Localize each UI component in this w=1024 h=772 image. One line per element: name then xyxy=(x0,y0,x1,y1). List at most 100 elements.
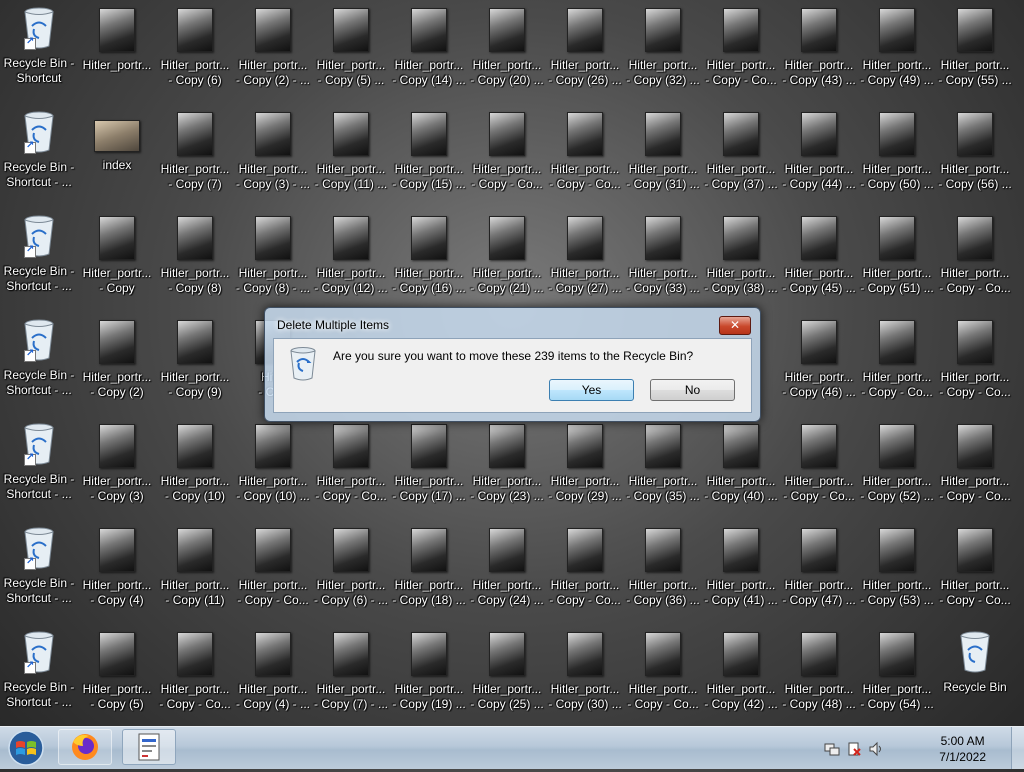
desktop-file-icon[interactable]: Hitler_portr... - Copy (37) ... xyxy=(702,104,780,208)
desktop-file-icon[interactable]: Hitler_portr... - Copy - Co... xyxy=(156,624,234,726)
desktop-file-icon[interactable]: Hitler_portr... - Copy (15) ... xyxy=(390,104,468,208)
recycle-bin-icon[interactable]: Recycle Bin xyxy=(936,624,1014,726)
desktop-file-icon[interactable]: Hitler_portr... - Copy (5) ... xyxy=(312,0,390,104)
dialog-close-button[interactable]: ✕ xyxy=(719,316,751,335)
desktop-file-icon[interactable]: Hitler_portr... - Copy (6) - ... xyxy=(312,520,390,624)
recycle-bin-shortcut-icon[interactable]: Recycle Bin -Shortcut - ... xyxy=(0,312,78,416)
desktop-file-icon[interactable]: Hitler_portr... - Copy (21) ... xyxy=(468,208,546,312)
desktop-file-icon[interactable]: Hitler_portr... - Copy - Co... xyxy=(468,104,546,208)
desktop-file-icon[interactable]: Hitler_portr... - Copy (25) ... xyxy=(468,624,546,726)
desktop-file-icon[interactable]: Hitler_portr... - Copy (17) ... xyxy=(390,416,468,520)
desktop-file-icon[interactable]: Hitler_portr... - Copy - Co... xyxy=(936,208,1014,312)
desktop-file-icon[interactable]: Hitler_portr... - Copy (11) ... xyxy=(312,104,390,208)
desktop-file-icon[interactable]: Hitler_portr... - Copy (56) ... xyxy=(936,104,1014,208)
desktop-file-icon[interactable]: Hitler_portr... - Copy (24) ... xyxy=(468,520,546,624)
desktop-file-icon[interactable]: Hitler_portr... - Copy (27) ... xyxy=(546,208,624,312)
desktop-file-icon[interactable]: Hitler_portr... - Copy - Co... xyxy=(936,312,1014,416)
desktop-file-icon[interactable]: Hitler_portr... - Copy (48) ... xyxy=(780,624,858,726)
recycle-bin-shortcut-icon[interactable]: Recycle Bin -Shortcut xyxy=(0,0,78,104)
desktop-file-icon[interactable]: Hitler_portr... - Copy (11) xyxy=(156,520,234,624)
show-desktop-button[interactable] xyxy=(1011,727,1024,769)
desktop-file-icon[interactable]: Hitler_portr... - Copy (46) ... xyxy=(780,312,858,416)
desktop-file-icon[interactable]: Hitler_portr... - Copy (10) xyxy=(156,416,234,520)
desktop-file-icon[interactable]: Hitler_portr... - Copy - Co... xyxy=(546,104,624,208)
desktop-file-icon[interactable]: Hitler_portr... - Copy (9) xyxy=(156,312,234,416)
desktop-file-icon[interactable]: Hitler_portr... - Copy (4) - ... xyxy=(234,624,312,726)
desktop-file-icon[interactable]: Hitler_portr... - Copy (2) - ... xyxy=(234,0,312,104)
desktop-file-icon[interactable]: Hitler_portr... - Copy (45) ... xyxy=(780,208,858,312)
desktop-file-icon[interactable]: Hitler_portr... - Copy (47) ... xyxy=(780,520,858,624)
desktop-file-icon[interactable]: Hitler_portr... - Copy (7) - ... xyxy=(312,624,390,726)
desktop-file-icon[interactable]: Hitler_portr... - Copy (40) ... xyxy=(702,416,780,520)
desktop-file-icon[interactable]: Hitler_portr... - Copy (55) ... xyxy=(936,0,1014,104)
desktop-file-icon[interactable]: Hitler_portr... - Copy (10) ... xyxy=(234,416,312,520)
desktop-file-icon[interactable]: Hitler_portr... - Copy (8) xyxy=(156,208,234,312)
dialog-titlebar[interactable]: Delete Multiple Items ✕ xyxy=(265,308,760,338)
desktop-file-icon[interactable]: Hitler_portr... - Copy (14) ... xyxy=(390,0,468,104)
desktop-file-icon[interactable]: Hitler_portr... - Copy (20) ... xyxy=(468,0,546,104)
desktop-file-icon[interactable]: Hitler_portr... - Copy (7) xyxy=(156,104,234,208)
desktop-file-icon[interactable]: Hitler_portr... - Copy - Co... xyxy=(624,624,702,726)
desktop-file-icon[interactable]: Hitler_portr... - Copy (19) ... xyxy=(390,624,468,726)
desktop-file-icon[interactable]: Hitler_portr... - Copy (12) ... xyxy=(312,208,390,312)
desktop-file-icon[interactable]: Hitler_portr... - Copy - Co... xyxy=(546,520,624,624)
desktop-icon-label: Hitler_portr... - Copy - Co... xyxy=(471,162,543,191)
desktop-file-icon[interactable]: Hitler_portr... - Copy (51) ... xyxy=(858,208,936,312)
desktop-file-icon[interactable]: Hitler_portr... - Copy (36) ... xyxy=(624,520,702,624)
recycle-bin-shortcut-icon[interactable]: Recycle Bin -Shortcut - ... xyxy=(0,104,78,208)
taskbar-firefox-button[interactable] xyxy=(58,729,112,765)
desktop-file-icon[interactable]: Hitler_portr... - Copy (43) ... xyxy=(780,0,858,104)
desktop-file-icon[interactable]: Hitler_portr... - Copy (42) ... xyxy=(702,624,780,726)
desktop-file-icon[interactable]: Hitler_portr... - Copy (35) ... xyxy=(624,416,702,520)
clock[interactable]: 5:00 AM 7/1/2022 xyxy=(939,733,986,765)
desktop-file-icon[interactable]: Hitler_portr... - Copy (50) ... xyxy=(858,104,936,208)
desktop-file-icon[interactable]: Hitler_portr... - Copy (54) ... xyxy=(858,624,936,726)
desktop-file-icon[interactable]: Hitler_portr... - Copy (3) - ... xyxy=(234,104,312,208)
desktop-file-icon[interactable]: Hitler_portr... - Copy - Co... xyxy=(702,0,780,104)
desktop-file-icon[interactable]: Hitler_portr... - Copy (26) ... xyxy=(546,0,624,104)
desktop-file-icon[interactable]: Hitler_portr... - Copy (31) ... xyxy=(624,104,702,208)
desktop-file-icon[interactable]: Hitler_portr... - Copy (5) xyxy=(78,624,156,726)
recycle-bin-shortcut-icon[interactable]: Recycle Bin -Shortcut - ... xyxy=(0,624,78,726)
desktop-file-icon[interactable]: Hitler_portr... - Copy - Co... xyxy=(936,520,1014,624)
desktop-file-icon[interactable]: Hitler_portr... - Copy (23) ... xyxy=(468,416,546,520)
recycle-bin-shortcut-icon[interactable]: Recycle Bin -Shortcut - ... xyxy=(0,416,78,520)
image-thumbnail-icon xyxy=(723,216,759,260)
action-center-icon[interactable] xyxy=(846,741,862,757)
desktop-file-icon[interactable]: Hitler_portr... - Copy (16) ... xyxy=(390,208,468,312)
desktop-file-icon[interactable]: Hitler_portr... - Copy - Co... xyxy=(234,520,312,624)
volume-icon[interactable] xyxy=(868,741,884,757)
desktop-file-icon[interactable]: Hitler_portr... - Copy - Co... xyxy=(312,416,390,520)
desktop-file-icon[interactable]: Hitler_portr... - Copy (44) ... xyxy=(780,104,858,208)
desktop-file-icon[interactable]: Hitler_portr... - Copy (29) ... xyxy=(546,416,624,520)
desktop-file-icon[interactable]: Hitler_portr... - Copy (4) xyxy=(78,520,156,624)
desktop-file-icon[interactable]: Hitler_portr... - Copy (49) ... xyxy=(858,0,936,104)
taskbar-document-button[interactable] xyxy=(122,729,176,765)
recycle-bin-shortcut-icon[interactable]: Recycle Bin -Shortcut - ... xyxy=(0,208,78,312)
desktop-file-icon[interactable]: Hitler_portr... - Copy (33) ... xyxy=(624,208,702,312)
desktop-file-icon[interactable]: Hitler_portr... - Copy (3) xyxy=(78,416,156,520)
desktop-file-icon[interactable]: Hitler_portr... - Copy (41) ... xyxy=(702,520,780,624)
yes-button[interactable]: Yes xyxy=(549,379,634,401)
desktop-file-icon[interactable]: Hitler_portr... - Copy (18) ... xyxy=(390,520,468,624)
image-thumbnail-icon xyxy=(489,632,525,676)
desktop-file-icon[interactable]: Hitler_portr... - Copy (38) ... xyxy=(702,208,780,312)
start-button[interactable] xyxy=(2,729,52,767)
desktop-file-icon[interactable]: Hitler_portr... - Copy xyxy=(78,208,156,312)
desktop-file-icon[interactable]: Hitler_portr... - Copy (53) ... xyxy=(858,520,936,624)
image-thumbnail-icon xyxy=(411,424,447,468)
desktop-file-icon[interactable]: Hitler_portr... - Copy (8) - ... xyxy=(234,208,312,312)
network-icon[interactable] xyxy=(824,741,840,757)
desktop-file-icon[interactable]: Hitler_portr... - Copy - Co... xyxy=(780,416,858,520)
desktop-file-icon[interactable]: Hitler_portr... - Copy (52) ... xyxy=(858,416,936,520)
desktop-file-icon[interactable]: Hitler_portr... - Copy - Co... xyxy=(936,416,1014,520)
desktop-file-icon[interactable]: Hitler_portr... - Copy (32) ... xyxy=(624,0,702,104)
desktop-file-icon[interactable]: Hitler_portr... - Copy (2) xyxy=(78,312,156,416)
desktop-file-icon[interactable]: Hitler_portr... - Copy (6) xyxy=(156,0,234,104)
desktop-file-icon[interactable]: Hitler_portr... xyxy=(78,0,156,104)
desktop-file-icon[interactable]: Hitler_portr... - Copy - Co... xyxy=(858,312,936,416)
desktop-file-icon[interactable]: index xyxy=(78,104,156,208)
recycle-bin-shortcut-icon[interactable]: Recycle Bin -Shortcut - ... xyxy=(0,520,78,624)
desktop-file-icon[interactable]: Hitler_portr... - Copy (30) ... xyxy=(546,624,624,726)
no-button[interactable]: No xyxy=(650,379,735,401)
